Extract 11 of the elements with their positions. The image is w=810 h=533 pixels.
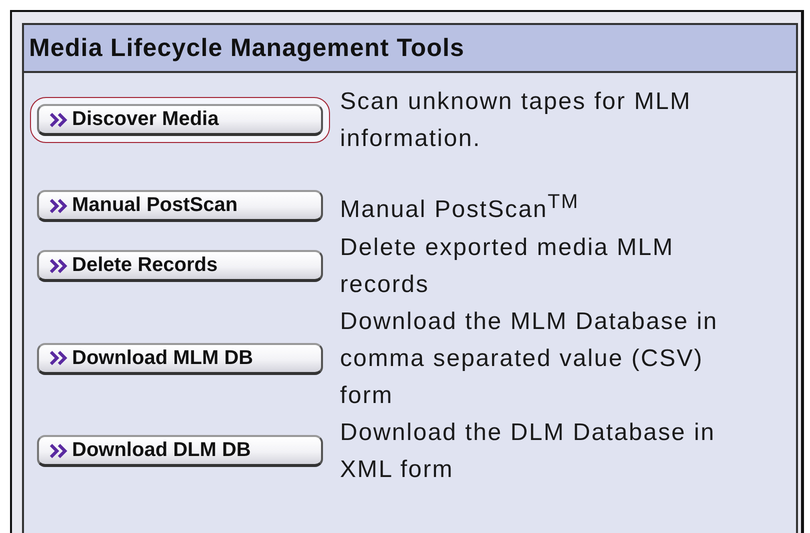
panel-title: Media Lifecycle Management Tools (29, 34, 465, 62)
tool-button[interactable]: Download DLM DB (37, 435, 323, 467)
tool-button[interactable]: Manual PostScan (37, 190, 323, 222)
tool-description: Manual PostScan$^{TM}$ (340, 190, 580, 225)
tool-button[interactable]: Download MLM DB (37, 342, 323, 374)
tool-description: Scan unknown tapes for MLM information. (340, 87, 692, 154)
tool-button[interactable]: Discover Media (37, 104, 323, 136)
tool-description: Download the DLM Database in XML form (340, 418, 716, 485)
tool-description: Download the MLM Database in comma separated value (CSV) form (340, 307, 719, 411)
tool-button[interactable]: Delete Records (37, 250, 323, 282)
tool-description: Delete exported media MLM records (340, 233, 675, 300)
